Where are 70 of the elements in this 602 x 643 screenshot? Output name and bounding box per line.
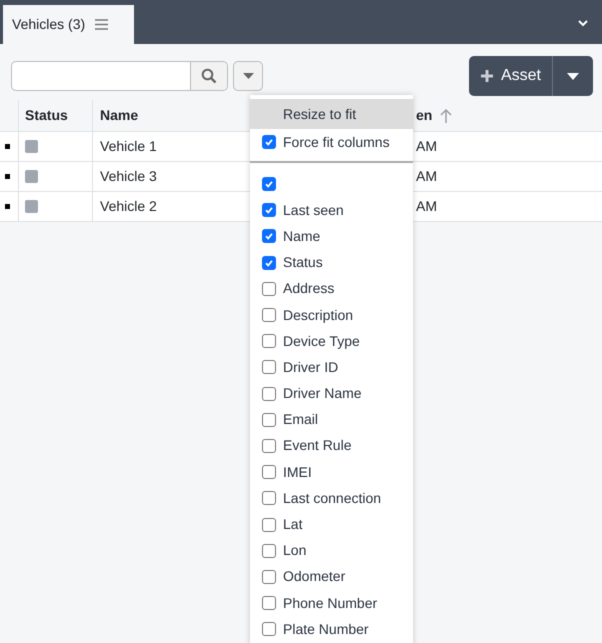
menu-item[interactable]: Last connection [250,485,413,512]
menu-item[interactable]: Email [250,406,413,433]
menu-item[interactable]: Odometer [250,564,413,590]
checkbox[interactable] [262,334,276,348]
checkbox[interactable] [262,256,276,270]
menu-item[interactable]: Name [250,223,413,250]
row-marker [5,204,10,209]
menu-item[interactable]: Force fit columns [250,129,413,155]
tab[interactable]: Vehicles (3) [3,5,134,44]
table-cell-text: Vehicle 2 [100,197,157,216]
checkbox[interactable] [262,518,276,532]
checkbox[interactable] [262,412,276,427]
menu-item[interactable]: Event Rule [250,432,413,460]
menu-item[interactable]: IMEI [250,459,413,486]
checkbox[interactable] [262,386,276,401]
menu-item[interactable]: Plate Number [250,616,413,642]
status-square [25,200,38,213]
filter-dropdown-button[interactable] [233,61,263,91]
checkmark-icon [264,179,274,190]
table-cell-text: Vehicle 1 [100,137,157,156]
menu-item[interactable]: Status [250,250,413,276]
menu-item[interactable]: Lat [250,511,413,538]
caret-icon [567,72,579,80]
menu-item[interactable]: Description [250,302,413,328]
search-icon [201,68,217,84]
table-cell-text: Vehicle 3 [100,167,157,186]
sort-ascending-icon[interactable] [440,108,452,122]
tab-label: Vehicles (3) [12,15,86,34]
column-header[interactable]: en [416,105,432,126]
checkbox[interactable] [262,229,276,244]
checkbox[interactable] [262,544,276,558]
menu-item[interactable]: Phone Number [250,590,413,616]
checkmark-icon [264,258,274,268]
menu-item[interactable]: Device Type [250,328,413,354]
checkbox[interactable] [262,177,276,192]
menu-icon[interactable] [95,19,108,30]
menu-item[interactable]: Driver ID [250,354,413,380]
column-header[interactable]: Name [100,105,138,126]
checkbox[interactable] [262,465,276,480]
chevron-down-icon[interactable] [578,20,588,27]
menu-item[interactable]: Last seen [250,197,413,224]
table-cell-text: AM [416,167,437,186]
checkmark-icon [264,231,274,242]
checkbox[interactable] [262,596,276,610]
checkbox[interactable] [262,438,276,453]
menu-item[interactable]: Driver Name [250,380,413,407]
search-button[interactable] [190,62,227,90]
row-marker [5,174,10,179]
table-cell-text: AM [416,197,437,216]
checkbox[interactable] [262,135,276,149]
resize-to-fit-item[interactable]: Resize to fit [250,99,413,129]
menu-item[interactable]: Lon [250,538,413,564]
table-cell-text: AM [416,137,437,156]
menu-item[interactable]: Address [250,276,413,302]
caret-icon [242,73,254,79]
checkbox[interactable] [262,308,276,322]
checkmark-icon [264,205,274,216]
search-field[interactable] [11,61,228,91]
checkbox[interactable] [262,622,276,636]
checkbox[interactable] [262,360,276,374]
checkbox[interactable] [262,570,276,584]
column-header[interactable]: Status [19,100,93,131]
plus-icon [480,70,493,82]
checkmark-icon [264,137,274,147]
checkbox[interactable] [262,203,276,218]
status-square [25,140,38,153]
checkbox[interactable] [262,491,276,506]
checkbox[interactable] [262,282,276,296]
status-square [25,170,38,183]
row-marker [5,144,10,149]
